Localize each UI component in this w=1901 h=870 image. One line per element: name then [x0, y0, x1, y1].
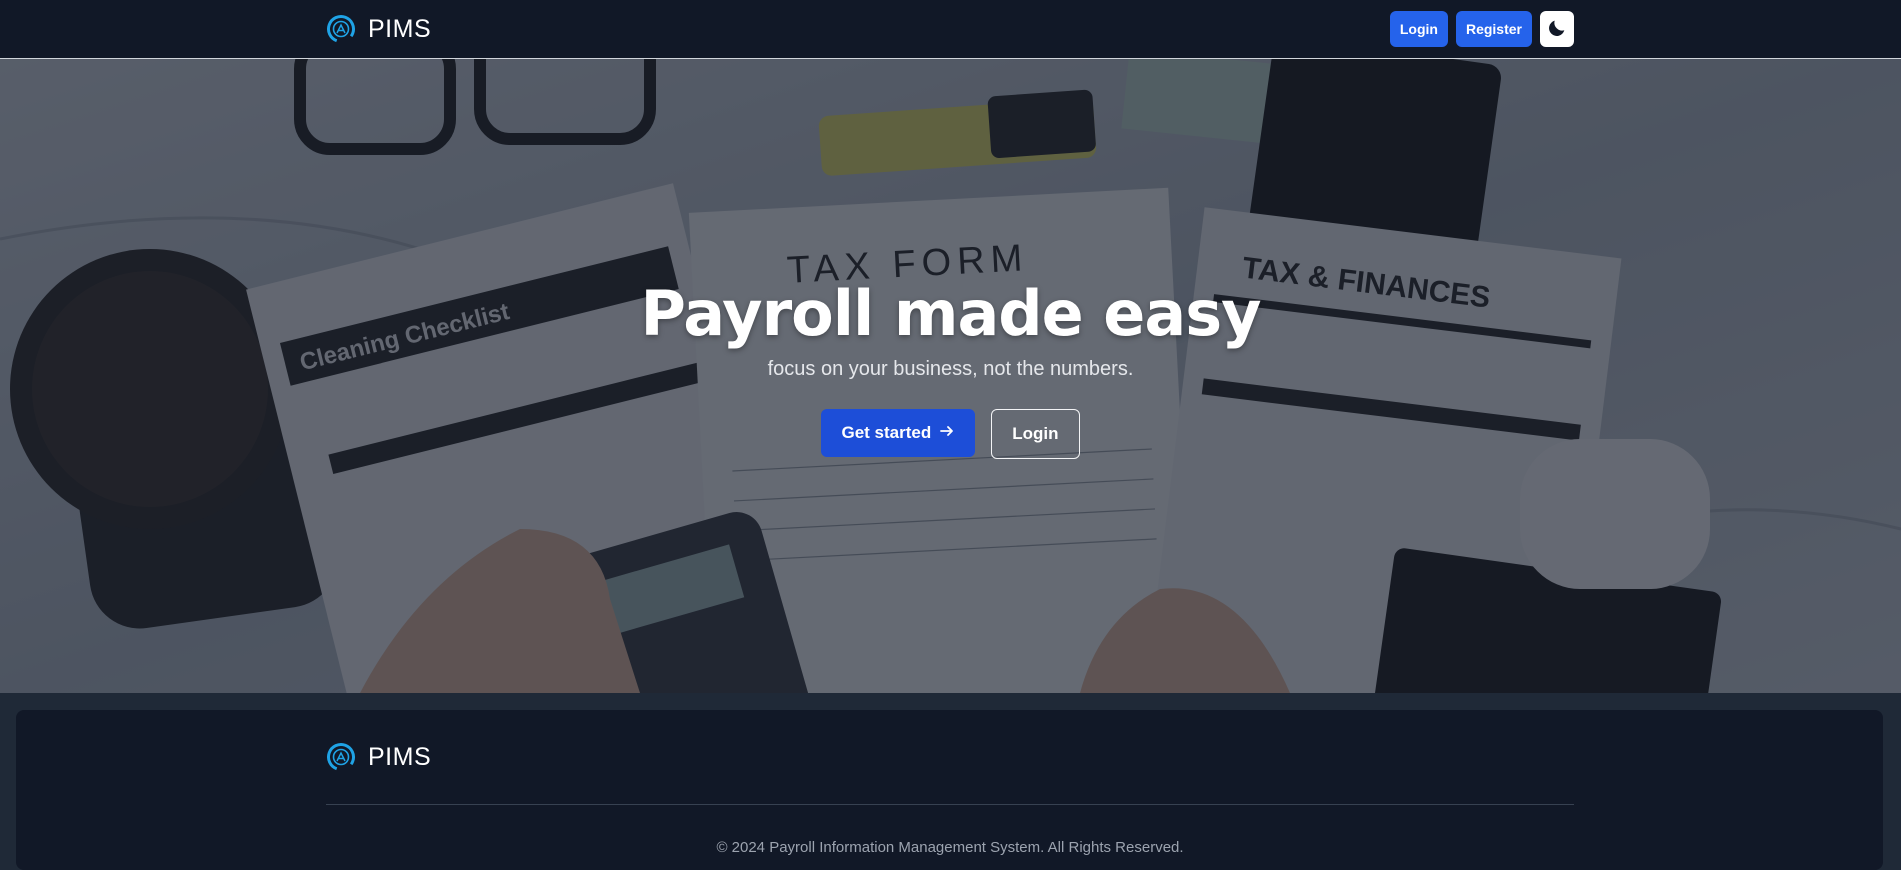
hero-section: Cleaning Checklist TAX FORM TAX & FINANC…	[0, 59, 1901, 693]
arrow-right-icon	[939, 423, 955, 444]
brand-name: PIMS	[368, 14, 432, 43]
navbar: PIMS Login Register	[0, 0, 1901, 59]
footer-brand-name: PIMS	[368, 742, 432, 771]
hero-title: Payroll made easy	[640, 277, 1261, 350]
moon-icon	[1546, 17, 1568, 42]
footer-divider	[326, 804, 1574, 805]
footer-inner: PIMS © 2024 Payroll Information Manageme…	[326, 710, 1574, 870]
pims-logo-icon	[326, 14, 356, 44]
get-started-label: Get started	[841, 423, 932, 443]
pims-logo-icon	[326, 742, 356, 772]
nav-actions: Login Register	[1389, 11, 1574, 47]
hero-content: Payroll made easy focus on your business…	[0, 277, 1901, 460]
navbar-inner: PIMS Login Register	[326, 0, 1574, 58]
theme-toggle-button[interactable]	[1540, 11, 1574, 47]
copyright-text: © 2024 Payroll Information Management Sy…	[716, 839, 1184, 856]
nav-register-button[interactable]: Register	[1455, 11, 1532, 47]
hero-buttons: Get started Login	[821, 409, 1080, 460]
hero-login-button[interactable]: Login	[991, 409, 1080, 460]
footer-brand-link[interactable]: PIMS	[326, 742, 431, 772]
brand-link[interactable]: PIMS	[326, 14, 431, 44]
nav-login-button[interactable]: Login	[1389, 11, 1448, 47]
get-started-button[interactable]: Get started	[821, 409, 976, 458]
footer: PIMS © 2024 Payroll Information Manageme…	[16, 710, 1883, 870]
hero-subtitle: focus on your business, not the numbers.	[767, 358, 1134, 381]
